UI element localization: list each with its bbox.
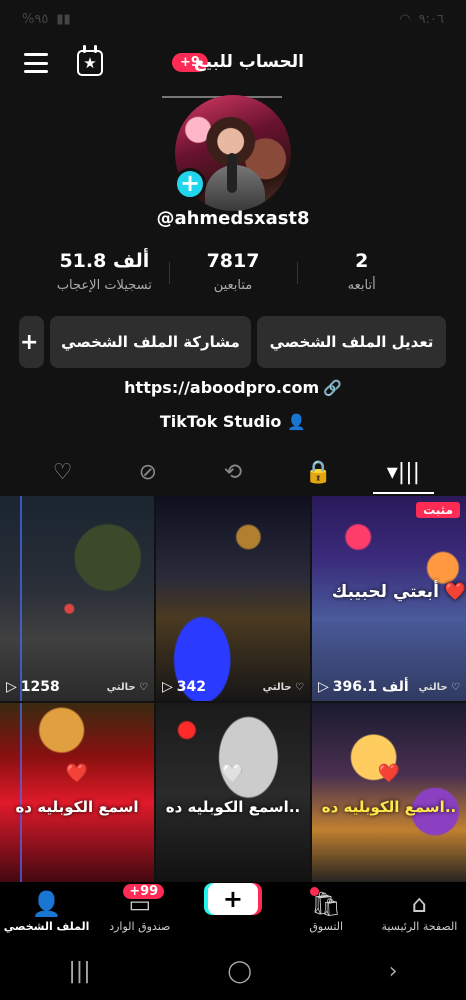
bottom-nav: ⌂ الصفحة الرئيسية 🛍 التسوق + +99 ▭ صندوق الو…	[0, 882, 466, 942]
view-count: 396.1 ألف	[332, 679, 409, 695]
lock-icon[interactable]: 🔒	[276, 450, 361, 494]
video-overlay-text: اسمع الكوبليه ده	[15, 798, 139, 816]
caption-small: حالتي ♡	[106, 681, 148, 693]
shop-dot	[309, 887, 319, 896]
battery-text: %٩٥	[22, 11, 49, 27]
video-thumb-6[interactable]: ❤️ اسمع الكوبليه ده..	[312, 703, 466, 884]
likes-count: 51.8 ألف	[59, 250, 150, 272]
caption-small: حالتي ♡	[418, 681, 460, 693]
likes-label: تسجيلات الإعجاب	[56, 278, 152, 293]
video-thumb-3[interactable]: مثبت أبعتي لحبيبك ❤️ ▷ 396.1 ألف حالتي ♡	[312, 496, 466, 701]
heart-emoji: ❤️	[65, 763, 89, 784]
stat-following[interactable]: 2 أتابعه	[297, 250, 426, 302]
caption-small: حالتي ♡	[262, 681, 304, 693]
heart-emoji: ❤️	[377, 763, 401, 784]
video-stats: ▷ 1258 حالتي ♡	[6, 679, 148, 695]
nav-profile-label: الملف الشخصي	[3, 920, 90, 933]
add-friends-button[interactable]: +	[19, 316, 44, 368]
person-icon: 👤	[31, 890, 62, 918]
video-thumb-5[interactable]: 🤍 اسمع الكوبليه ده..	[156, 703, 310, 884]
nav-create[interactable]: +	[186, 882, 279, 942]
followers-count: 7817	[206, 250, 260, 272]
tiktok-studio-link[interactable]: TikTok Studio 👤	[0, 412, 466, 431]
stat-likes[interactable]: 51.8 ألف تسجيلات الإعجاب	[40, 250, 169, 302]
edit-profile-button[interactable]: تعديل الملف الشخصي	[257, 316, 446, 368]
nav-inbox[interactable]: +99 ▭ صندوق الوارد	[93, 882, 186, 942]
bio-link[interactable]: https://aboodpro.com 🔗	[0, 378, 466, 397]
nav-profile[interactable]: 👤 الملف الشخصي	[0, 882, 93, 942]
link-icon: 🔗	[323, 379, 342, 397]
followers-label: متابعين	[213, 278, 253, 293]
nav-shop-label: التسوق	[309, 920, 344, 933]
video-grid: ▷ 1258 حالتي ♡ ▷ 342 حالتي ♡ مثبت أبعتي لحبي…	[0, 496, 466, 884]
system-nav: ||| ◯ ›	[0, 942, 466, 1000]
video-overlay-text: اسمع الكوبليه ده..	[165, 798, 301, 816]
bio-link-text[interactable]: https://aboodpro.com	[124, 378, 319, 397]
stat-followers[interactable]: 7817 متابعين	[168, 250, 298, 302]
nav-shop[interactable]: 🛍 التسوق	[280, 882, 373, 942]
videos-icon[interactable]: ▾|||	[361, 450, 446, 494]
create-button[interactable]: +	[207, 883, 258, 915]
play-icon: ▷	[6, 679, 17, 695]
following-count: 2	[355, 250, 369, 272]
account-title[interactable]: الحساب للبيع	[194, 52, 304, 72]
wifi-icon: ◠	[399, 11, 411, 27]
repost-icon[interactable]: ⟲	[190, 450, 275, 494]
stats-row: 51.8 ألف تسجيلات الإعجاب 7817 متابعين 2 أتا…	[40, 250, 426, 302]
nav-home-label: الصفحة الرئيسية	[381, 920, 458, 933]
share-profile-button[interactable]: مشاركة الملف الشخصي	[50, 316, 251, 368]
following-label: أتابعه	[347, 278, 376, 293]
video-stats: ▷ 342 حالتي ♡	[162, 679, 304, 695]
video-thumb-2[interactable]: ▷ 342 حالتي ♡	[156, 496, 310, 701]
home-button-icon[interactable]: ◯	[227, 959, 252, 984]
view-count: 342	[176, 679, 207, 695]
add-story-button[interactable]: +	[174, 168, 206, 200]
profile-tabs: ♡ ⊘ ⟲ 🔒 ▾|||	[20, 450, 446, 494]
hidden-icon[interactable]: ⊘	[105, 450, 190, 494]
pinned-badge: مثبت	[416, 502, 460, 518]
play-icon: ▷	[162, 679, 173, 695]
studio-label[interactable]: TikTok Studio	[160, 412, 282, 431]
person-star-icon: 👤	[287, 413, 307, 431]
video-thumb-4[interactable]: ❤️ اسمع الكوبليه ده	[0, 703, 154, 884]
status-bar: %٩٥ ▮▮ ◠ ٩:٠٦	[0, 0, 466, 38]
video-stats: ▷ 396.1 ألف حالتي ♡	[318, 679, 460, 695]
inbox-badge: +99	[123, 884, 165, 899]
nav-inbox-label: صندوق الوارد	[109, 920, 171, 933]
liked-icon[interactable]: ♡	[20, 450, 105, 494]
video-overlay-text: أبعتي لحبيبك ❤️	[331, 582, 466, 602]
video-overlay-text: اسمع الكوبليه ده..	[321, 798, 457, 816]
username: @ahmedsxast8	[156, 208, 310, 229]
calendar-star-icon[interactable]: ★	[77, 45, 103, 76]
nav-home[interactable]: ⌂ الصفحة الرئيسية	[373, 882, 466, 942]
home-icon: ⌂	[411, 890, 428, 918]
play-icon: ▷	[318, 679, 329, 695]
back-icon[interactable]: ›	[389, 959, 398, 984]
heart-emoji: 🤍	[221, 763, 245, 784]
menu-icon[interactable]	[24, 53, 48, 73]
view-count: 1258	[20, 679, 60, 695]
video-thumb-1[interactable]: ▷ 1258 حالتي ♡	[0, 496, 154, 701]
recents-icon[interactable]: |||	[68, 959, 90, 984]
top-bar: ★ +9 الحساب للبيع	[0, 40, 466, 88]
signal-icon: ▮▮	[56, 11, 71, 27]
clock: ٩:٠٦	[418, 11, 444, 27]
